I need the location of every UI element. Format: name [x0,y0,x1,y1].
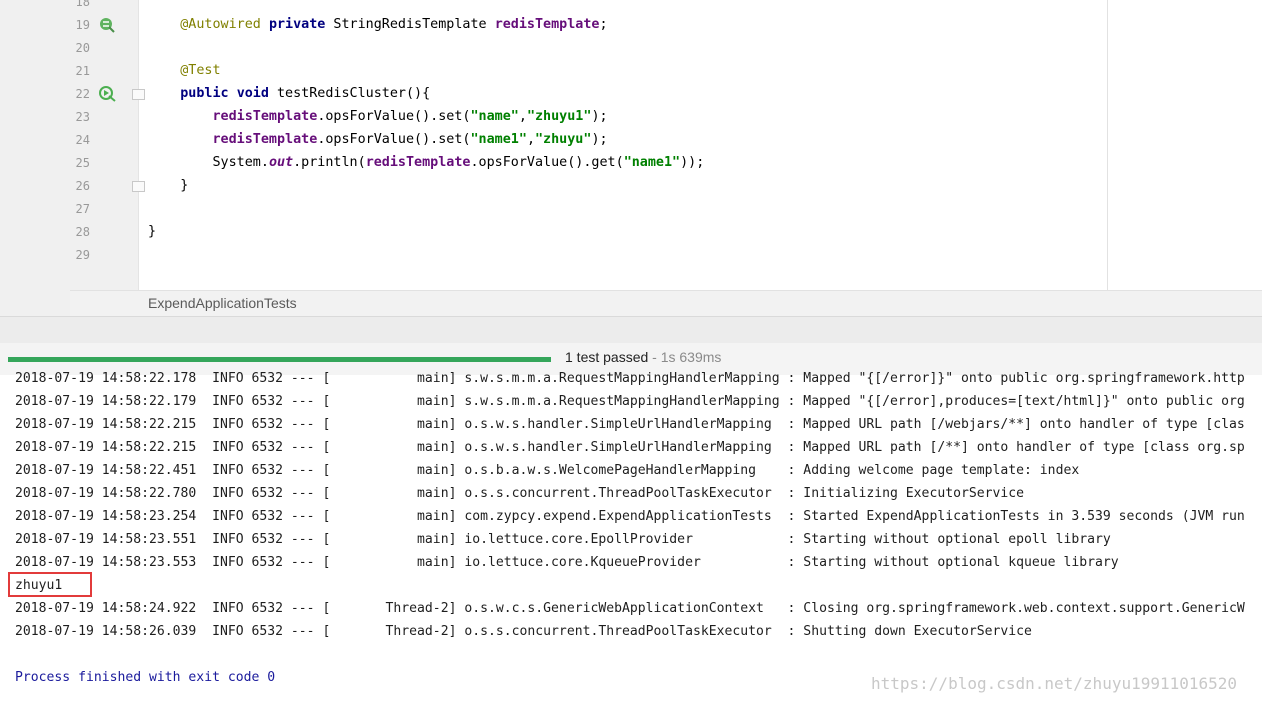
code-token: redisTemplate [212,132,318,147]
process-finished-message: Process finished with exit code 0 [15,670,276,685]
test-duration-label: - 1s 639ms [648,349,722,365]
code-token: .opsForValue().get( [470,155,624,170]
console-log-line: 2018-07-19 14:58:22.780 INFO 6532 --- [ … [15,486,1025,501]
code-token: "name" [470,109,519,124]
code-token: "name1" [623,155,681,170]
console-log-line: 2018-07-19 14:58:23.553 INFO 6532 --- [ … [15,555,1119,570]
code-token: .opsForValue().set( [317,132,471,147]
right-margin-guide [1107,0,1108,290]
code-line[interactable]: } [148,178,188,193]
code-token: ); [591,132,608,147]
output-highlight-box [8,572,92,597]
test-progress-bar [8,357,551,362]
line-number: 18 [75,0,90,9]
editor-breadcrumb-bar: ExpendApplicationTests [70,290,1262,317]
code-token: private [268,17,326,32]
code-line[interactable]: redisTemplate.opsForValue().set("name","… [148,109,608,124]
line-number: 19 [75,18,90,32]
tests-passed-label: 1 test passed [565,349,649,365]
code-token: out [268,155,294,170]
test-result-summary: 1 test passed - 1s 639ms [565,349,721,365]
code-token: , [526,132,535,147]
code-editor[interactable]: @Autowired private StringRedisTemplate r… [0,0,1262,316]
code-token: redisTemplate [212,109,318,124]
fold-marker-open[interactable] [132,89,145,100]
line-number: 29 [75,248,90,262]
console-log-line: 2018-07-19 14:58:22.178 INFO 6532 --- [ … [15,371,1245,386]
code-token: redisTemplate [494,17,600,32]
line-number: 23 [75,110,90,124]
code-token: "zhuyu1" [526,109,592,124]
console-log-line: 2018-07-19 14:58:24.922 INFO 6532 --- [ … [15,601,1245,616]
line-number: 20 [75,41,90,55]
console-log-line: 2018-07-19 14:58:22.215 INFO 6532 --- [ … [15,440,1245,455]
console-log-line: 2018-07-19 14:58:22.179 INFO 6532 --- [ … [15,394,1245,409]
left-gutter [0,0,71,316]
breadcrumb-class-name[interactable]: ExpendApplicationTests [148,295,297,311]
code-line[interactable]: } [148,224,156,239]
code-token: public [180,86,229,101]
code-token: } [148,224,157,239]
console-log-line: 2018-07-19 14:58:26.039 INFO 6532 --- [ … [15,624,1032,639]
line-number: 27 [75,202,90,216]
console-log-line: 2018-07-19 14:58:23.551 INFO 6532 --- [ … [15,532,1111,547]
panel-separator[interactable] [0,316,1262,344]
code-token: .println( [293,155,366,170]
code-token: "name1" [470,132,527,147]
console-log-line: 2018-07-19 14:58:22.451 INFO 6532 --- [ … [15,463,1080,478]
run-test-method-icon[interactable] [98,85,116,103]
code-line[interactable]: @Test [148,63,221,78]
code-token: )); [680,155,705,170]
code-token: @Test [180,63,221,78]
fold-marker-close[interactable] [132,181,145,192]
line-number: 21 [75,64,90,78]
console-log-line: 2018-07-19 14:58:23.254 INFO 6532 --- [ … [15,509,1245,524]
code-token: .opsForValue().set( [317,109,471,124]
code-token: ; [599,17,608,32]
code-token: redisTemplate [365,155,471,170]
code-line[interactable]: redisTemplate.opsForValue().set("name1",… [148,132,608,147]
code-token: System. [212,155,269,170]
line-number: 28 [75,225,90,239]
code-line[interactable]: @Autowired private StringRedisTemplate r… [148,17,608,32]
code-token: StringRedisTemplate [325,17,495,32]
code-line[interactable]: System.out.println(redisTemplate.opsForV… [148,155,705,170]
code-token: void [236,86,269,101]
code-token: , [518,109,527,124]
console-log-line: 2018-07-19 14:58:22.215 INFO 6532 --- [ … [15,417,1245,432]
line-number: 22 [75,87,90,101]
code-token: "zhuyu" [535,132,592,147]
watermark: https://blog.csdn.net/zhuyu19911016520 [871,674,1238,693]
code-token: testRedisCluster(){ [268,86,431,101]
line-number: 25 [75,156,90,170]
run-test-icon[interactable] [98,16,116,34]
code-token: } [180,178,189,193]
code-line[interactable]: public void testRedisCluster(){ [148,86,430,101]
code-token: ); [591,109,608,124]
code-token: @Autowired [180,17,261,32]
line-number: 24 [75,133,90,147]
line-number: 26 [75,179,90,193]
